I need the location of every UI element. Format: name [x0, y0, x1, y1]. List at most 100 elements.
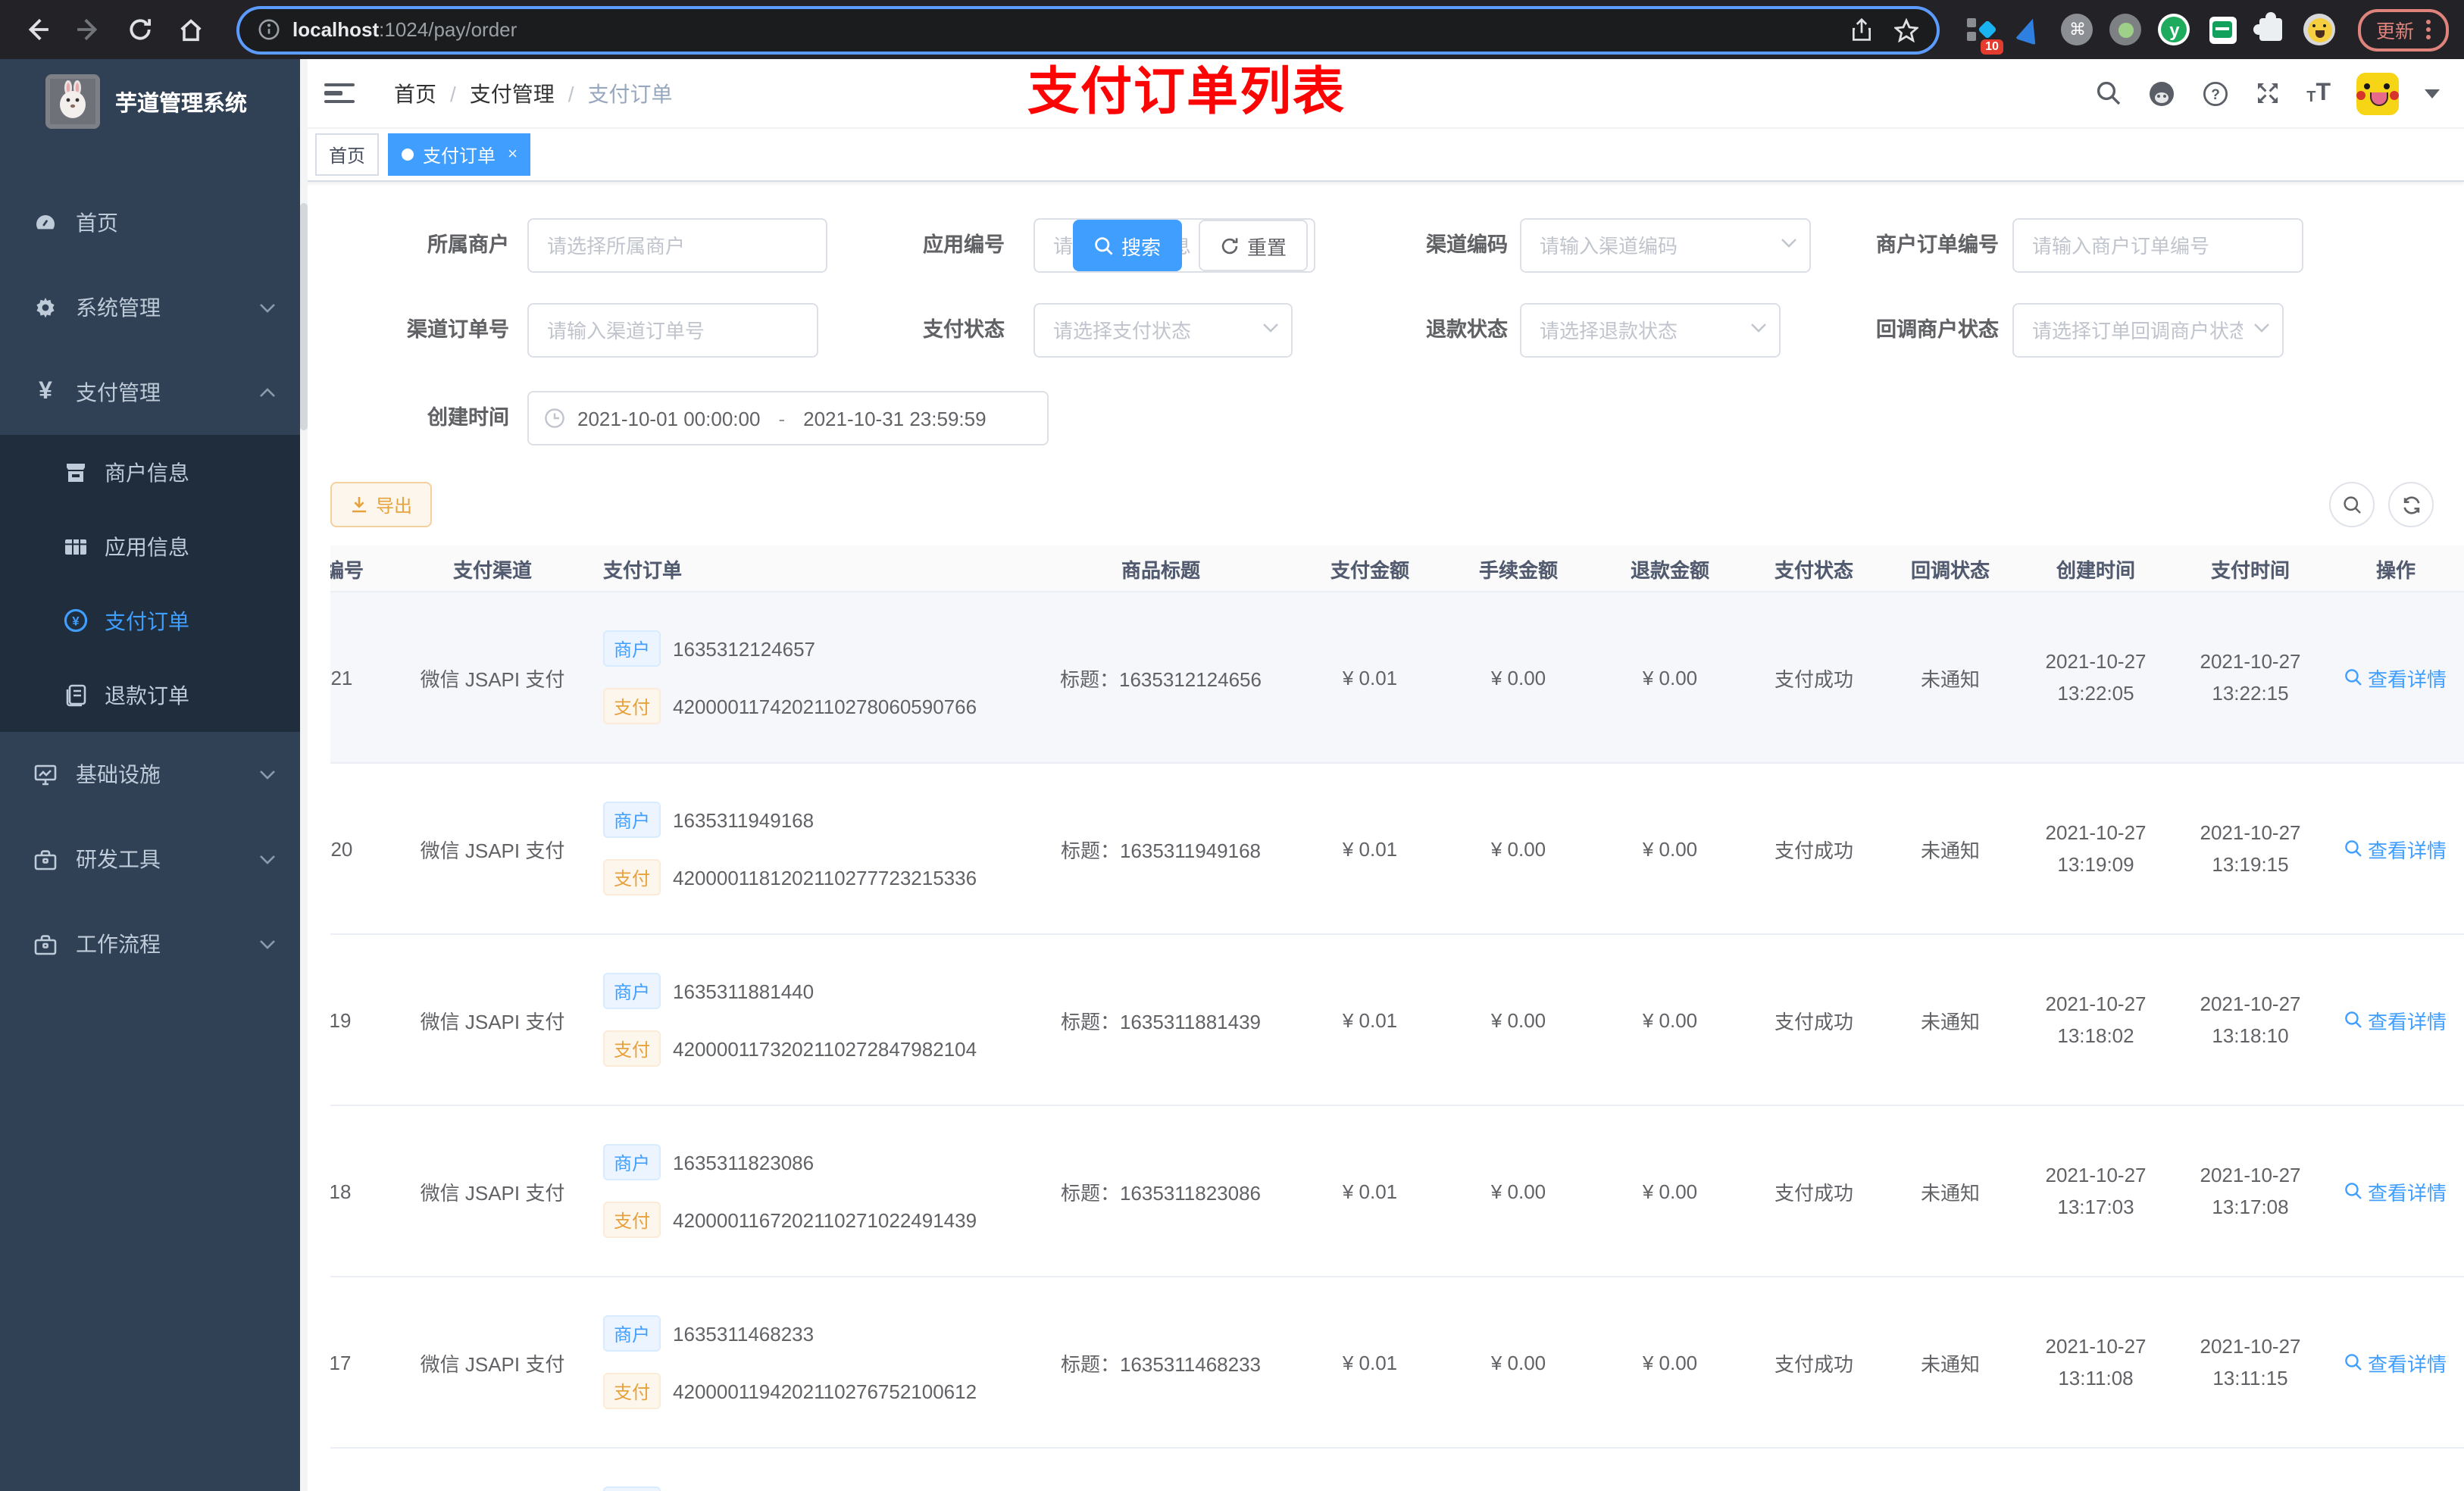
sidebar-item-label: 研发工具	[76, 847, 161, 871]
briefcase-icon	[33, 932, 58, 956]
cell-paid-time: 13:22:15	[2212, 682, 2289, 705]
notify-status-select[interactable]	[2012, 303, 2284, 358]
site-info-icon[interactable]	[258, 18, 280, 41]
toggle-search-button[interactable]	[2329, 482, 2375, 527]
cell-pay-channel: 微信 JSAPI 支付	[420, 1181, 565, 1204]
scrollbar-track[interactable]	[300, 59, 308, 1491]
cell-created-date: 2021-10-27	[2045, 992, 2147, 1015]
bookmark-star-icon[interactable]	[1893, 17, 1918, 42]
profile-avatar-icon[interactable]	[2303, 13, 2337, 46]
gear-icon	[33, 295, 58, 320]
user-avatar[interactable]	[2356, 72, 2399, 114]
sidebar: 芋道管理系统 首页 系统管理 ¥ 支付管理 商户信息 应用信息 ¥ 支付订单 退…	[0, 59, 300, 1491]
refresh-table-button[interactable]	[2388, 482, 2434, 527]
browser-menu-icon[interactable]	[2426, 20, 2431, 39]
cell-merchant-order-no: 1635312124657	[673, 637, 816, 660]
cell-refund: ¥ 0.00	[1642, 1180, 1698, 1202]
extension-command-icon[interactable]: ⌘	[2061, 13, 2094, 46]
sidebar-item-label: 首页	[76, 211, 118, 235]
merchant-tag: 商户	[603, 1315, 661, 1352]
col-order-id: 编号	[330, 558, 364, 581]
github-icon[interactable]	[2147, 79, 2176, 108]
sidebar-item-home[interactable]: 首页	[0, 180, 300, 265]
sidebar-item-refund-order[interactable]: 退款订单	[0, 658, 300, 732]
sidebar-item-pay-order[interactable]: ¥ 支付订单	[0, 583, 300, 658]
view-detail-link[interactable]: 查看详情	[2345, 834, 2447, 863]
breadcrumb-section[interactable]: 支付管理	[470, 78, 555, 108]
col-amount: 支付金额	[1330, 558, 1409, 581]
sidebar-item-dev-tools[interactable]: 研发工具	[0, 817, 300, 902]
channel-code-select[interactable]	[1520, 218, 1811, 273]
col-pay-channel: 支付渠道	[452, 558, 532, 581]
font-size-icon[interactable]: TT	[2306, 80, 2331, 105]
browser-home-button[interactable]	[170, 8, 212, 51]
sidebar-item-pay[interactable]: ¥ 支付管理	[0, 350, 300, 435]
view-detail-link[interactable]: 查看详情	[2345, 1348, 2447, 1377]
view-detail-link[interactable]: 查看详情	[2345, 663, 2447, 692]
merchant-order-no-input[interactable]	[2012, 218, 2303, 273]
export-button[interactable]: 导出	[330, 482, 433, 527]
extension-y-icon[interactable]: y	[2158, 13, 2191, 46]
application-window: localhost:1024/pay/order 10 ⌘ y 更新 芋道管理系…	[0, 0, 2464, 1491]
user-menu-caret-icon[interactable]	[2425, 89, 2440, 98]
svg-text:?: ?	[2211, 86, 2220, 102]
scrollbar-thumb[interactable]	[300, 203, 308, 430]
browser-back-button[interactable]	[15, 8, 58, 51]
help-icon[interactable]: ?	[2202, 80, 2229, 107]
cell-pay-status: 支付成功	[1774, 1181, 1853, 1204]
magnifier-icon	[2346, 669, 2362, 686]
extension-chat-icon[interactable]	[2206, 13, 2240, 46]
date-end: 2021-10-31 23:59:59	[803, 407, 987, 430]
search-button[interactable]: 搜索	[1073, 220, 1182, 271]
extension-dot-icon[interactable]	[2109, 13, 2143, 46]
cell-fee: ¥ 0.00	[1490, 666, 1546, 689]
refund-status-select[interactable]	[1520, 303, 1781, 358]
magnifier-icon	[2346, 1183, 2362, 1199]
browser-reload-button[interactable]	[118, 8, 161, 51]
search-icon[interactable]	[2096, 80, 2122, 106]
tab-close-icon[interactable]: ×	[508, 145, 518, 164]
extension-kite-icon[interactable]	[2012, 13, 2046, 46]
active-tab-dot	[402, 148, 414, 161]
pay-status-select[interactable]	[1033, 303, 1293, 358]
filter-label-notify-status: 回调商户状态	[1876, 318, 1999, 341]
browser-update-button[interactable]: 更新	[2357, 8, 2449, 51]
browser-forward-button[interactable]	[67, 8, 109, 51]
tags-view-bar: 首页 支付订单 ×	[300, 129, 2464, 182]
cell-fee: ¥ 0.00	[1490, 1180, 1546, 1202]
sidebar-item-workflow[interactable]: 工作流程	[0, 902, 300, 986]
merchant-select[interactable]	[527, 218, 827, 273]
filter-label-channel-order-no: 渠道订单号	[407, 318, 509, 341]
table-header-row: 编号 支付渠道 支付订单 商品标题 支付金额 手续金额 退款金额 支付状态 回调…	[330, 545, 2464, 592]
merchant-tag: 商户	[603, 973, 661, 1009]
sidebar-collapse-icon[interactable]	[324, 78, 355, 108]
sidebar-item-app-info[interactable]: 应用信息	[0, 509, 300, 583]
content-area: 首页 / 支付管理 / 支付订单 支付订单列表 ? TT 首页 支付订单 × 所…	[300, 59, 2464, 1491]
view-detail-link[interactable]: 查看详情	[2345, 1005, 2447, 1034]
sidebar-item-infra[interactable]: 基础设施	[0, 732, 300, 817]
tab-home[interactable]: 首页	[315, 133, 380, 176]
cell-amount: ¥ 0.01	[1342, 666, 1398, 689]
create-time-range-input[interactable]: 2021-10-01 00:00:00 - 2021-10-31 23:59:5…	[527, 391, 1049, 445]
extension-blocks-icon[interactable]: 10	[1964, 13, 2003, 54]
fullscreen-icon[interactable]	[2255, 80, 2281, 106]
tab-pay-order[interactable]: 支付订单 ×	[388, 133, 531, 176]
clock-icon	[545, 408, 564, 428]
cell-pay-status: 支付成功	[1774, 1010, 1853, 1033]
address-bar[interactable]: localhost:1024/pay/order	[239, 8, 1937, 51]
extensions-puzzle-icon[interactable]	[2253, 12, 2288, 46]
view-detail-link[interactable]: 查看详情	[2345, 1177, 2447, 1205]
channel-order-no-input[interactable]	[527, 303, 818, 358]
cell-amount: ¥ 0.01	[1342, 837, 1398, 860]
search-icon	[1095, 236, 1113, 255]
sidebar-item-label: 退款订单	[105, 683, 189, 707]
cell-refund: ¥ 0.00	[1642, 837, 1698, 860]
sidebar-item-merchant-info[interactable]: 商户信息	[0, 435, 300, 509]
col-notify-status: 回调状态	[1910, 558, 1990, 581]
share-icon[interactable]	[1850, 17, 1873, 42]
sidebar-item-system[interactable]: 系统管理	[0, 265, 300, 350]
reset-button[interactable]: 重置	[1199, 220, 1308, 271]
breadcrumb-home[interactable]: 首页	[394, 78, 436, 108]
cell-pay-status: 支付成功	[1774, 839, 1853, 861]
shop-icon	[64, 460, 88, 484]
